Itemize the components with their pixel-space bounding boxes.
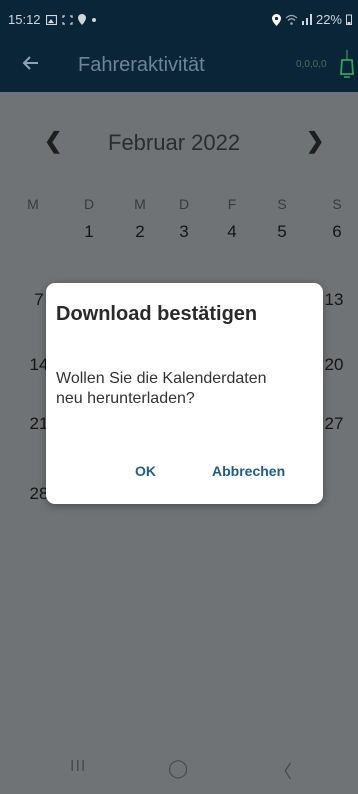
- gallery-icon: [45, 14, 57, 25]
- battery-percent: 22%: [315, 12, 342, 27]
- location-icon: [271, 13, 281, 26]
- weekday-label: D: [178, 196, 190, 212]
- calendar-day[interactable]: 4: [212, 222, 252, 242]
- month-navigator: ❮ Februar 2022 ❯: [0, 128, 358, 158]
- dialog-message: Wollen Sie die Kalenderdaten neu herunte…: [56, 370, 267, 407]
- system-nav-bar: III ◯ 〈: [0, 746, 358, 794]
- weekday-label: D: [83, 196, 95, 212]
- battery-icon: [346, 14, 352, 25]
- connection-status-text: 0,0,0,0: [296, 59, 327, 70]
- calendar-day[interactable]: 6: [317, 222, 357, 242]
- app-bar: Fahreraktivität 0,0,0,0: [0, 40, 358, 92]
- weekday-label: M: [134, 196, 146, 212]
- signal-icon: [301, 14, 312, 25]
- weekday-header: M D M D F S S: [0, 196, 358, 222]
- next-month-button[interactable]: ❯: [306, 128, 324, 154]
- calendar-day[interactable]: 1: [69, 222, 109, 242]
- status-time: 15:12: [8, 12, 41, 27]
- connection-status: 0,0,0,0: [296, 50, 354, 80]
- page-title: Fahreraktivität: [78, 54, 205, 76]
- screenshot-icon: [61, 14, 73, 25]
- dot-icon: [91, 17, 96, 22]
- weekday-label: M: [27, 196, 39, 212]
- back-icon[interactable]: 〈: [274, 758, 292, 784]
- back-arrow-icon[interactable]: [20, 52, 44, 76]
- wifi-icon: [285, 14, 298, 25]
- location-dot-icon: [77, 14, 86, 25]
- calendar-day[interactable]: 3: [164, 222, 204, 242]
- status-right: 22%: [271, 12, 352, 27]
- previous-month-button[interactable]: ❮: [44, 128, 62, 154]
- weekday-label: S: [332, 196, 342, 212]
- month-label: Februar 2022: [108, 130, 241, 155]
- calendar-week: 1 2 3 4 5 6: [0, 222, 358, 248]
- home-icon[interactable]: ◯: [168, 758, 188, 779]
- confirm-download-dialog: Download bestätigen Wollen Sie die Kalen…: [46, 283, 323, 504]
- calendar-day[interactable]: 5: [262, 222, 302, 242]
- calendar-day[interactable]: 2: [120, 222, 160, 242]
- weekday-label: F: [227, 196, 237, 212]
- weekday-label: S: [277, 196, 287, 212]
- dialog-title: Download bestätigen: [56, 303, 258, 325]
- cancel-button[interactable]: Abbrechen: [212, 463, 285, 479]
- recents-icon[interactable]: III: [70, 758, 86, 776]
- lamp-icon: [340, 50, 354, 78]
- ok-button[interactable]: OK: [135, 463, 156, 479]
- status-bar: 15:12 22%: [0, 0, 358, 40]
- status-left: 15:12: [8, 12, 97, 27]
